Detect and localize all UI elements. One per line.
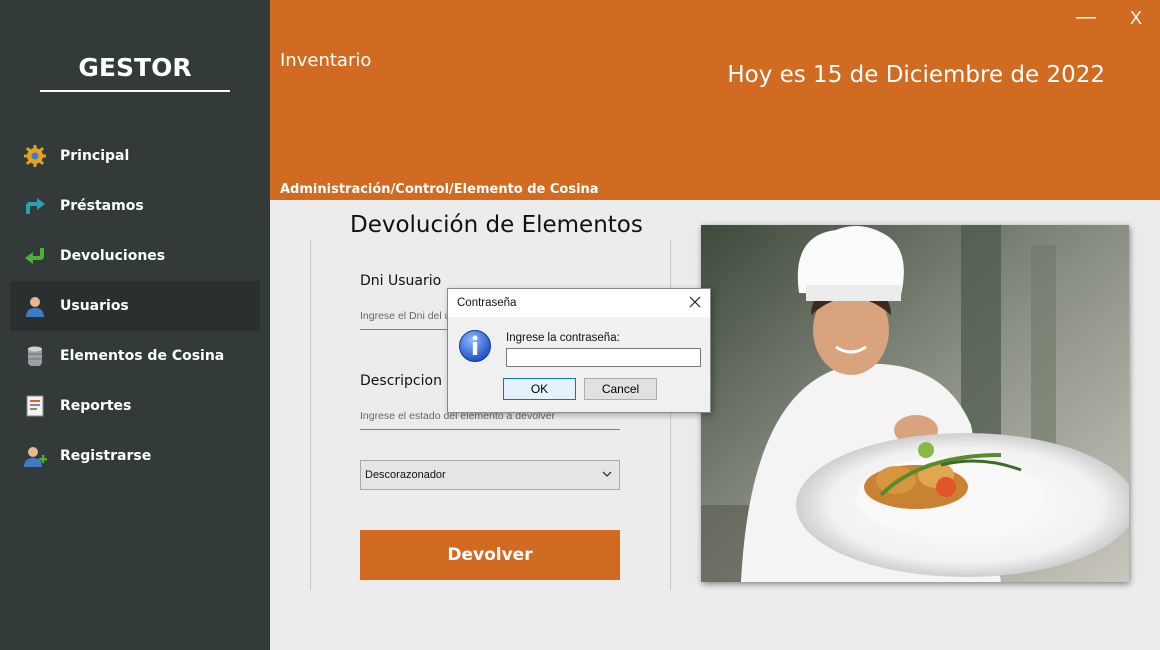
chevron-down-icon [601, 468, 613, 483]
form-title: Devolución de Elementos [350, 212, 643, 238]
sidebar-item-usuarios[interactable]: Usuarios [10, 281, 260, 331]
sidebar-item-label: Principal [60, 148, 130, 164]
cancel-button[interactable]: Cancel [584, 378, 657, 400]
ok-button[interactable]: OK [503, 378, 576, 400]
add-user-icon [22, 443, 48, 469]
sidebar-item-label: Préstamos [60, 198, 144, 214]
element-select[interactable]: Descorazonador [360, 460, 620, 490]
devolver-button[interactable]: Devolver [360, 530, 620, 580]
section-title: Inventario [280, 50, 372, 71]
report-icon [22, 393, 48, 419]
sidebar: GESTOR Principal Préstamos Devoluciones … [0, 0, 270, 650]
dialog-titlebar: Contraseña [448, 289, 710, 317]
password-input[interactable] [506, 348, 701, 367]
sidebar-item-label: Registrarse [60, 448, 152, 464]
sidebar-item-prestamos[interactable]: Préstamos [10, 181, 260, 231]
sidebar-item-label: Devoluciones [60, 248, 166, 264]
description-label: Descripcion [360, 373, 442, 389]
close-button[interactable]: X [1130, 8, 1142, 29]
brand-title: GESTOR [78, 53, 192, 82]
dni-label: Dni Usuario [360, 273, 442, 289]
brand-underline [40, 90, 230, 92]
header: Inventario Hoy es 15 de Diciembre de 202… [270, 0, 1160, 200]
sidebar-item-label: Usuarios [60, 298, 129, 314]
breadcrumb: Administración/Control/Elemento de Cosin… [280, 182, 599, 197]
dialog-close-icon[interactable] [686, 293, 704, 311]
sidebar-item-devoluciones[interactable]: Devoluciones [10, 231, 260, 281]
element-select-value: Descorazonador [365, 469, 446, 481]
dialog-title: Contraseña [457, 297, 517, 309]
sidebar-item-label: Elementos de Cosina [60, 348, 225, 364]
user-icon [22, 293, 48, 319]
minimize-button[interactable]: — [1076, 6, 1096, 29]
date-label: Hoy es 15 de Diciembre de 2022 [727, 62, 1105, 88]
gear-gold-icon [22, 143, 48, 169]
arrow-return-icon [22, 243, 48, 269]
info-icon [458, 329, 492, 368]
database-icon [22, 343, 48, 369]
sidebar-item-principal[interactable]: Principal [10, 131, 260, 181]
arrow-loan-icon [22, 193, 48, 219]
sidebar-item-registrarse[interactable]: Registrarse [10, 431, 260, 481]
password-dialog: Contraseña Ingrese la contraseña: OK Can… [447, 288, 711, 413]
chef-photo [701, 225, 1129, 582]
sidebar-item-label: Reportes [60, 398, 132, 414]
sidebar-item-reportes[interactable]: Reportes [10, 381, 260, 431]
dialog-prompt: Ingrese la contraseña: [506, 332, 620, 344]
sidebar-item-elementos[interactable]: Elementos de Cosina [10, 331, 260, 381]
form-divider-left [310, 240, 311, 590]
